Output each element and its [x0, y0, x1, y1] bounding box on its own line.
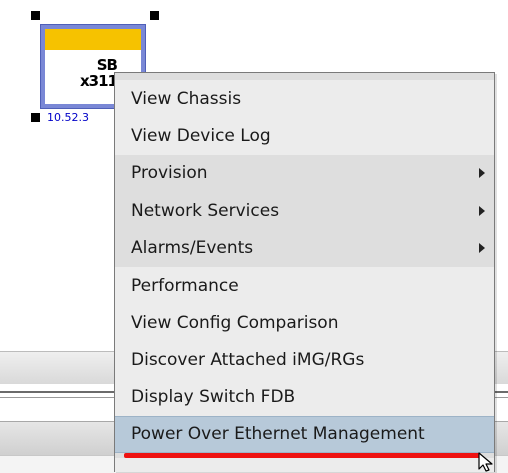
device-ip-label: 10.52.3 [47, 111, 89, 124]
context-menu: View Chassis View Device Log Provision N… [114, 72, 495, 472]
highlight-underline [124, 453, 481, 458]
submenu-arrow-icon [479, 243, 485, 253]
menu-item-label: View Chassis [131, 89, 242, 109]
selection-handle-bottom-left[interactable] [31, 113, 40, 122]
menu-item-view-chassis[interactable]: View Chassis [115, 80, 494, 118]
menu-item-label: Network Services [131, 201, 280, 221]
menu-item-label: Discover Attached iMG/RGs [131, 350, 365, 370]
arrow-pointer-icon [478, 452, 493, 472]
submenu-arrow-icon [479, 168, 485, 178]
device-name: SB x311 [45, 56, 118, 90]
menu-item-label: Provision [131, 163, 208, 183]
menu-item-view-device-log[interactable]: View Device Log [115, 117, 494, 155]
menu-item-label: Alarms/Events [131, 238, 254, 258]
device-name-line1: SB [96, 56, 118, 74]
selection-handle-top-left[interactable] [31, 11, 40, 20]
menu-item-label: View Config Comparison [131, 313, 339, 333]
menu-item-power-over-ethernet[interactable]: Power Over Ethernet Management [115, 416, 494, 453]
menu-next-item-edge [114, 458, 495, 472]
device-status-bar [45, 29, 141, 50]
menu-item-discover-attached[interactable]: Discover Attached iMG/RGs [115, 341, 494, 379]
menu-item-network-services[interactable]: Network Services [115, 192, 494, 230]
menu-item-display-switch-fdb[interactable]: Display Switch FDB [115, 378, 494, 416]
submenu-arrow-icon [479, 206, 485, 216]
device-name-line2: x311 [80, 72, 118, 90]
menu-item-label: Power Over Ethernet Management [131, 424, 425, 444]
menu-item-performance[interactable]: Performance [115, 267, 494, 305]
menu-item-label: Performance [131, 276, 239, 296]
selection-handle-top-right[interactable] [150, 11, 159, 20]
menu-item-label: View Device Log [131, 126, 271, 146]
menu-item-alarms-events[interactable]: Alarms/Events [115, 229, 494, 267]
menu-item-label: Display Switch FDB [131, 387, 296, 407]
menu-item-view-config-comparison[interactable]: View Config Comparison [115, 304, 494, 342]
menu-item-provision[interactable]: Provision [115, 154, 494, 192]
